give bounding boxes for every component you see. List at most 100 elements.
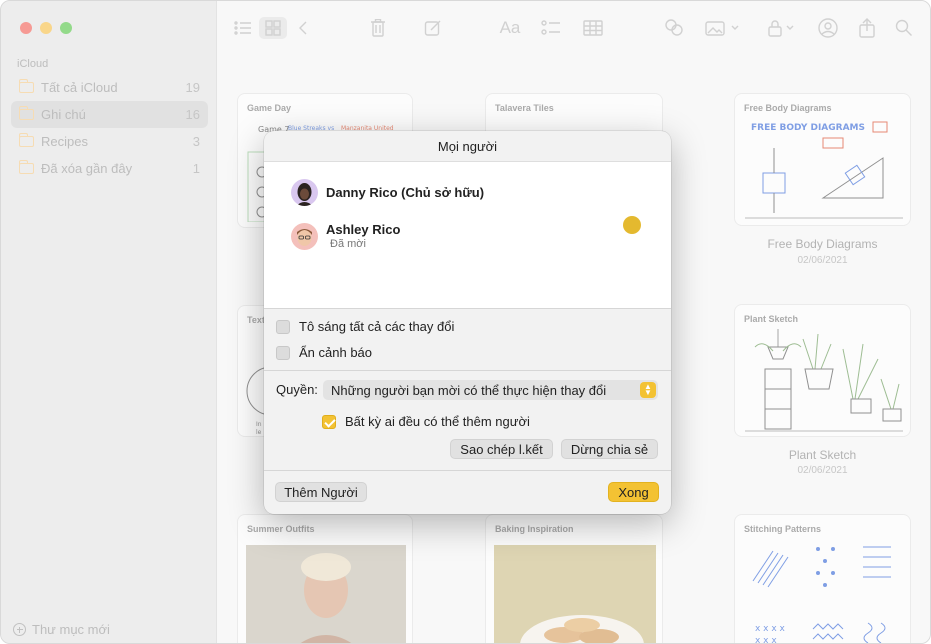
sidebar-item-label: Tất cả iCloud — [41, 80, 118, 95]
dialog-title: Mọi người — [264, 131, 671, 162]
copy-link-button[interactable]: Sao chép l.kết — [450, 439, 553, 459]
hide-alerts-checkbox[interactable] — [276, 345, 290, 360]
checklist-icon — [541, 20, 560, 35]
chevron-up-down-icon: ▲ ▼ — [640, 382, 656, 398]
person-name: Ashley Rico — [326, 222, 401, 237]
highlight-changes-checkbox[interactable] — [276, 319, 290, 334]
svg-text:In: In — [256, 421, 262, 428]
window-controls — [20, 22, 72, 34]
sidebar: iCloud Tất cả iCloud 19 Ghi chú 16 Recip… — [1, 1, 217, 643]
note-title: Game Day — [247, 103, 292, 113]
stop-sharing-label: Dừng chia sẻ — [570, 441, 649, 457]
highlight-changes-label: Tô sáng tất cả các thay đổi — [299, 319, 455, 334]
table-icon — [583, 20, 603, 36]
stop-sharing-button[interactable]: Dừng chia sẻ — [561, 439, 658, 459]
sidebar-item-count: 1 — [192, 161, 200, 176]
search-button[interactable] — [893, 17, 915, 39]
permission-select[interactable]: Những người bạn mời có thể thực hiện tha… — [323, 380, 658, 400]
table-button[interactable] — [581, 17, 605, 39]
folder-list: Tất cả iCloud 19 Ghi chú 16 Recipes 3 Đã… — [11, 74, 208, 182]
collaborate-icon — [665, 19, 683, 36]
sidebar-item-notes[interactable]: Ghi chú 16 — [11, 101, 208, 128]
collaboration-button[interactable] — [661, 17, 687, 39]
copy-link-label: Sao chép l.kết — [460, 441, 543, 457]
media-button[interactable] — [703, 17, 743, 39]
note-title: Summer Outfits — [247, 524, 315, 534]
person-name: Danny Rico (Chủ sở hữu) — [326, 185, 485, 200]
add-people-label: Thêm Người — [284, 484, 358, 500]
note-card-baking-inspiration[interactable]: Baking Inspiration — [485, 514, 663, 643]
new-folder-label: Thư mục mới — [32, 622, 110, 637]
share-people-button[interactable] — [815, 17, 841, 39]
zoom-button[interactable] — [60, 22, 72, 34]
note-date: 02/06/2021 — [797, 465, 848, 476]
memoji-icon — [297, 228, 312, 246]
minimize-button[interactable] — [40, 22, 52, 34]
close-button[interactable] — [20, 22, 32, 34]
folder-icon — [19, 79, 34, 93]
add-people-button[interactable]: Thêm Người — [275, 482, 367, 502]
sidebar-item-recently-deleted[interactable]: Đã xóa gần đây 1 — [11, 155, 208, 182]
people-dialog: Mọi người Danny Rico (Chủ sở hữu) Ashley… — [264, 131, 671, 514]
folder-icon — [19, 160, 34, 174]
note-thumbnail: FREE BODY DIAGRAMS — [745, 121, 903, 219]
note-title: Talavera Tiles — [495, 103, 554, 113]
note-photo — [246, 545, 406, 643]
avatar — [291, 179, 318, 206]
compose-button[interactable] — [422, 17, 444, 39]
share-icon — [859, 18, 875, 38]
note-caption: Plant Sketch — [788, 448, 857, 462]
search-icon — [895, 19, 912, 36]
svg-text:x x x x: x x x x — [755, 624, 786, 634]
note-card-summer-outfits[interactable]: Summer Outfits — [237, 514, 413, 643]
done-button[interactable]: Xong — [608, 482, 659, 502]
anyone-can-add-checkbox[interactable] — [322, 414, 336, 429]
delete-button[interactable] — [367, 17, 389, 39]
person-status: Đã mời — [330, 238, 366, 250]
done-label: Xong — [618, 484, 649, 500]
sidebar-item-count: 19 — [185, 80, 200, 95]
sidebar-section-icloud: iCloud — [17, 58, 49, 70]
sidebar-item-count: 16 — [185, 107, 200, 122]
new-folder-button[interactable]: Thư mục mới — [13, 622, 110, 637]
sidebar-item-recipes[interactable]: Recipes 3 — [11, 128, 208, 155]
sidebar-item-all-icloud[interactable]: Tất cả iCloud 19 — [11, 74, 208, 101]
folder-icon — [19, 133, 34, 147]
note-card-free-body-diagrams[interactable]: Free Body Diagrams FREE BODY DIAGRAMS — [734, 93, 911, 226]
people-list: Danny Rico (Chủ sở hữu) Ashley Rico Đã m… — [264, 162, 671, 309]
person-owner[interactable]: Danny Rico (Chủ sở hữu) — [291, 179, 484, 206]
note-title: Text — [247, 315, 265, 325]
trash-icon — [371, 19, 385, 37]
note-card-plant-sketch[interactable]: Plant Sketch — [734, 304, 911, 437]
sidebar-item-label: Ghi chú — [41, 107, 86, 122]
owner-color-indicator — [623, 216, 641, 234]
lock-button[interactable] — [765, 17, 799, 39]
notes-window: iCloud Tất cả iCloud 19 Ghi chú 16 Recip… — [0, 0, 931, 644]
sidebar-item-label: Đã xóa gần đây — [41, 161, 133, 176]
collaboration-options: Tô sáng tất cả các thay đổi Ẩn cảnh báo — [264, 309, 671, 371]
svg-text:FREE BODY DIAGRAMS: FREE BODY DIAGRAMS — [751, 123, 865, 133]
note-card-stitching-patterns[interactable]: Stitching Patterns x x x x x x x — [734, 514, 911, 643]
list-icon — [234, 21, 251, 35]
chevron-left-icon — [299, 21, 307, 35]
checklist-button[interactable] — [539, 17, 563, 39]
share-button[interactable] — [855, 17, 879, 39]
format-button[interactable]: Aa — [497, 17, 523, 39]
note-title: Plant Sketch — [744, 314, 799, 324]
person-circle-icon — [818, 18, 838, 38]
note-title: Baking Inspiration — [495, 524, 574, 534]
memoji-icon — [296, 183, 313, 206]
plus-circle-icon — [13, 623, 26, 636]
hide-alerts-option[interactable]: Ẩn cảnh báo — [276, 345, 372, 360]
svg-text:le: le — [256, 429, 262, 436]
photo-icon — [705, 21, 739, 36]
grid-icon — [265, 20, 281, 36]
back-button[interactable] — [293, 17, 313, 39]
permission-label: Quyền: — [276, 382, 318, 397]
highlight-changes-option[interactable]: Tô sáng tất cả các thay đổi — [276, 319, 454, 334]
list-view-button[interactable] — [231, 17, 255, 39]
gallery-view-button[interactable] — [259, 17, 287, 39]
format-label: Aa — [499, 18, 521, 37]
person-invited[interactable]: Ashley Rico Đã mời — [291, 222, 400, 250]
anyone-can-add-option[interactable]: Bất kỳ ai đều có thể thêm người — [322, 414, 530, 429]
